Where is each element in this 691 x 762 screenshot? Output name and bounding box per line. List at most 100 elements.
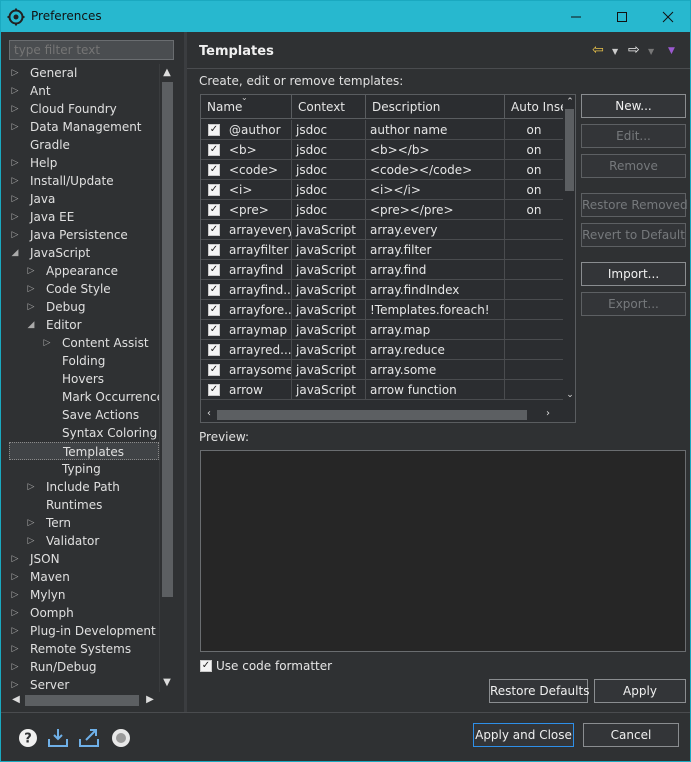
tree-item[interactable]: ▷ Java	[9, 190, 159, 208]
tree-item[interactable]: Gradle	[9, 136, 159, 154]
collapsed-arrow-icon[interactable]: ▷	[25, 298, 37, 316]
template-enabled-checkbox[interactable]: ✓	[208, 164, 220, 176]
forward-arrow-icon[interactable]: ⇨	[628, 42, 640, 58]
tree-item[interactable]: Templates	[9, 442, 159, 460]
expanded-arrow-icon[interactable]: ◢	[25, 316, 37, 334]
template-enabled-checkbox[interactable]: ✓	[208, 144, 220, 156]
collapsed-arrow-icon[interactable]: ▷	[9, 550, 21, 568]
tree-item[interactable]: ▷ Install/Update	[9, 172, 159, 190]
template-enabled-checkbox[interactable]: ✓	[208, 344, 220, 356]
use-code-formatter-checkbox[interactable]: ✓	[200, 660, 212, 672]
filter-input[interactable]	[9, 40, 174, 60]
apply-button[interactable]: Apply	[594, 679, 686, 703]
apply-and-close-button[interactable]: Apply and Close	[473, 723, 574, 747]
scroll-right-icon[interactable]: ▶	[143, 693, 157, 707]
tree-item[interactable]: Mark Occurrences	[9, 388, 159, 406]
tree-item[interactable]: ▷ Help	[9, 154, 159, 172]
scroll-up-icon[interactable]: ▲	[160, 66, 174, 80]
template-enabled-checkbox[interactable]: ✓	[208, 324, 220, 336]
tree-item[interactable]: Syntax Coloring	[9, 424, 159, 442]
table-row[interactable]: ✓ arrayfore... javaScript !Templates.foreac…	[201, 300, 563, 320]
template-enabled-checkbox[interactable]: ✓	[208, 284, 220, 296]
back-arrow-icon[interactable]: ⇦	[592, 42, 604, 58]
tree-item[interactable]: ▷ Tern	[9, 514, 159, 532]
tree-vertical-scrollbar[interactable]: ▲ ▼	[159, 64, 174, 692]
tree-item[interactable]: ▷ JSON	[9, 550, 159, 568]
tree-item[interactable]: ▷ Java EE	[9, 208, 159, 226]
template-enabled-checkbox[interactable]: ✓	[208, 124, 220, 136]
collapsed-arrow-icon[interactable]: ▷	[9, 118, 21, 136]
column-header-context[interactable]: Context	[292, 95, 366, 119]
table-row[interactable]: ✓ arraymap javaScript array.map	[201, 320, 563, 340]
scroll-down-icon[interactable]: ▼	[160, 676, 174, 690]
template-enabled-checkbox[interactable]: ✓	[208, 204, 220, 216]
tree-horizontal-scrollbar[interactable]: ◀ ▶	[9, 692, 159, 708]
table-row[interactable]: ✓ arraysome javaScript array.some	[201, 360, 563, 380]
tree-item[interactable]: ▷ Validator	[9, 532, 159, 550]
tree-item[interactable]: ▷ Debug	[9, 298, 159, 316]
scroll-thumb[interactable]	[217, 410, 527, 420]
import-button[interactable]: Import...	[581, 262, 686, 286]
tree-item[interactable]: ▷ Plug-in Development	[9, 622, 159, 640]
preview-area[interactable]	[200, 450, 686, 652]
tree-item[interactable]: ▷ Oomph	[9, 604, 159, 622]
table-vertical-scrollbar[interactable]: ⌃ ⌄	[563, 95, 575, 407]
template-enabled-checkbox[interactable]: ✓	[208, 304, 220, 316]
tree-item[interactable]: ▷ Mylyn	[9, 586, 159, 604]
close-button[interactable]	[645, 1, 691, 32]
help-icon[interactable]: ?	[17, 727, 39, 749]
table-row[interactable]: ✓ arrayfilter javaScript array.filter	[201, 240, 563, 260]
table-row[interactable]: ✓ arrayred... javaScript array.reduce	[201, 340, 563, 360]
collapsed-arrow-icon[interactable]: ▷	[9, 172, 21, 190]
export-preferences-icon[interactable]	[78, 727, 100, 749]
maximize-button[interactable]	[599, 1, 645, 32]
collapsed-arrow-icon[interactable]: ▷	[9, 82, 21, 100]
template-enabled-checkbox[interactable]: ✓	[208, 384, 220, 396]
collapsed-arrow-icon[interactable]: ▷	[9, 64, 21, 82]
scroll-thumb[interactable]	[162, 82, 173, 597]
tree-item[interactable]: ◢ JavaScript	[9, 244, 159, 262]
scroll-down-icon[interactable]: ⌄	[563, 388, 575, 402]
table-row[interactable]: ✓ <pre> jsdoc <pre></pre> on	[201, 200, 563, 220]
oomph-record-icon[interactable]	[110, 727, 132, 749]
scroll-thumb[interactable]	[565, 109, 574, 191]
tree-item[interactable]: Save Actions	[9, 406, 159, 424]
collapsed-arrow-icon[interactable]: ▷	[9, 640, 21, 658]
expanded-arrow-icon[interactable]: ◢	[9, 244, 21, 262]
minimize-button[interactable]	[553, 1, 599, 32]
table-row[interactable]: ✓ arrayevery javaScript array.every	[201, 220, 563, 240]
restore-defaults-button[interactable]: Restore Defaults	[489, 679, 589, 703]
tree-item[interactable]: Typing	[9, 460, 159, 478]
tree-item[interactable]: ▷ Content Assist	[9, 334, 159, 352]
scroll-right-icon[interactable]: ›	[541, 407, 555, 421]
tree-item[interactable]: ▷ Cloud Foundry	[9, 100, 159, 118]
tree-item[interactable]: ▷ Maven	[9, 568, 159, 586]
scroll-up-icon[interactable]: ⌃	[563, 95, 575, 109]
template-enabled-checkbox[interactable]: ✓	[208, 224, 220, 236]
collapsed-arrow-icon[interactable]: ▷	[25, 478, 37, 496]
column-header-auto-insert[interactable]: Auto Insert	[505, 95, 563, 119]
restore-removed-button[interactable]: Restore Removed	[581, 193, 688, 217]
back-dropdown-icon[interactable]: ▼	[612, 47, 618, 56]
import-preferences-icon[interactable]	[47, 727, 69, 749]
collapsed-arrow-icon[interactable]: ▷	[9, 622, 21, 640]
collapsed-arrow-icon[interactable]: ▷	[25, 262, 37, 280]
table-row[interactable]: ✓ arrayfind javaScript array.find	[201, 260, 563, 280]
export-button[interactable]: Export...	[581, 292, 686, 316]
collapsed-arrow-icon[interactable]: ▷	[9, 226, 21, 244]
tree-item[interactable]: ◢ Editor	[9, 316, 159, 334]
collapsed-arrow-icon[interactable]: ▷	[9, 190, 21, 208]
template-enabled-checkbox[interactable]: ✓	[208, 264, 220, 276]
remove-button[interactable]: Remove	[581, 154, 686, 178]
revert-to-default-button[interactable]: Revert to Default	[581, 223, 686, 247]
template-enabled-checkbox[interactable]: ✓	[208, 364, 220, 376]
tree-item[interactable]: Hovers	[9, 370, 159, 388]
cancel-button[interactable]: Cancel	[583, 723, 679, 747]
tree-item[interactable]: ▷ Include Path	[9, 478, 159, 496]
table-row[interactable]: ✓ <code> jsdoc <code></code> on	[201, 160, 563, 180]
tree-item[interactable]: ▷ Appearance	[9, 262, 159, 280]
collapsed-arrow-icon[interactable]: ▷	[9, 676, 21, 692]
collapsed-arrow-icon[interactable]: ▷	[9, 208, 21, 226]
column-header-description[interactable]: Description	[366, 95, 505, 119]
table-row[interactable]: ✓ @author jsdoc author name on	[201, 120, 563, 140]
